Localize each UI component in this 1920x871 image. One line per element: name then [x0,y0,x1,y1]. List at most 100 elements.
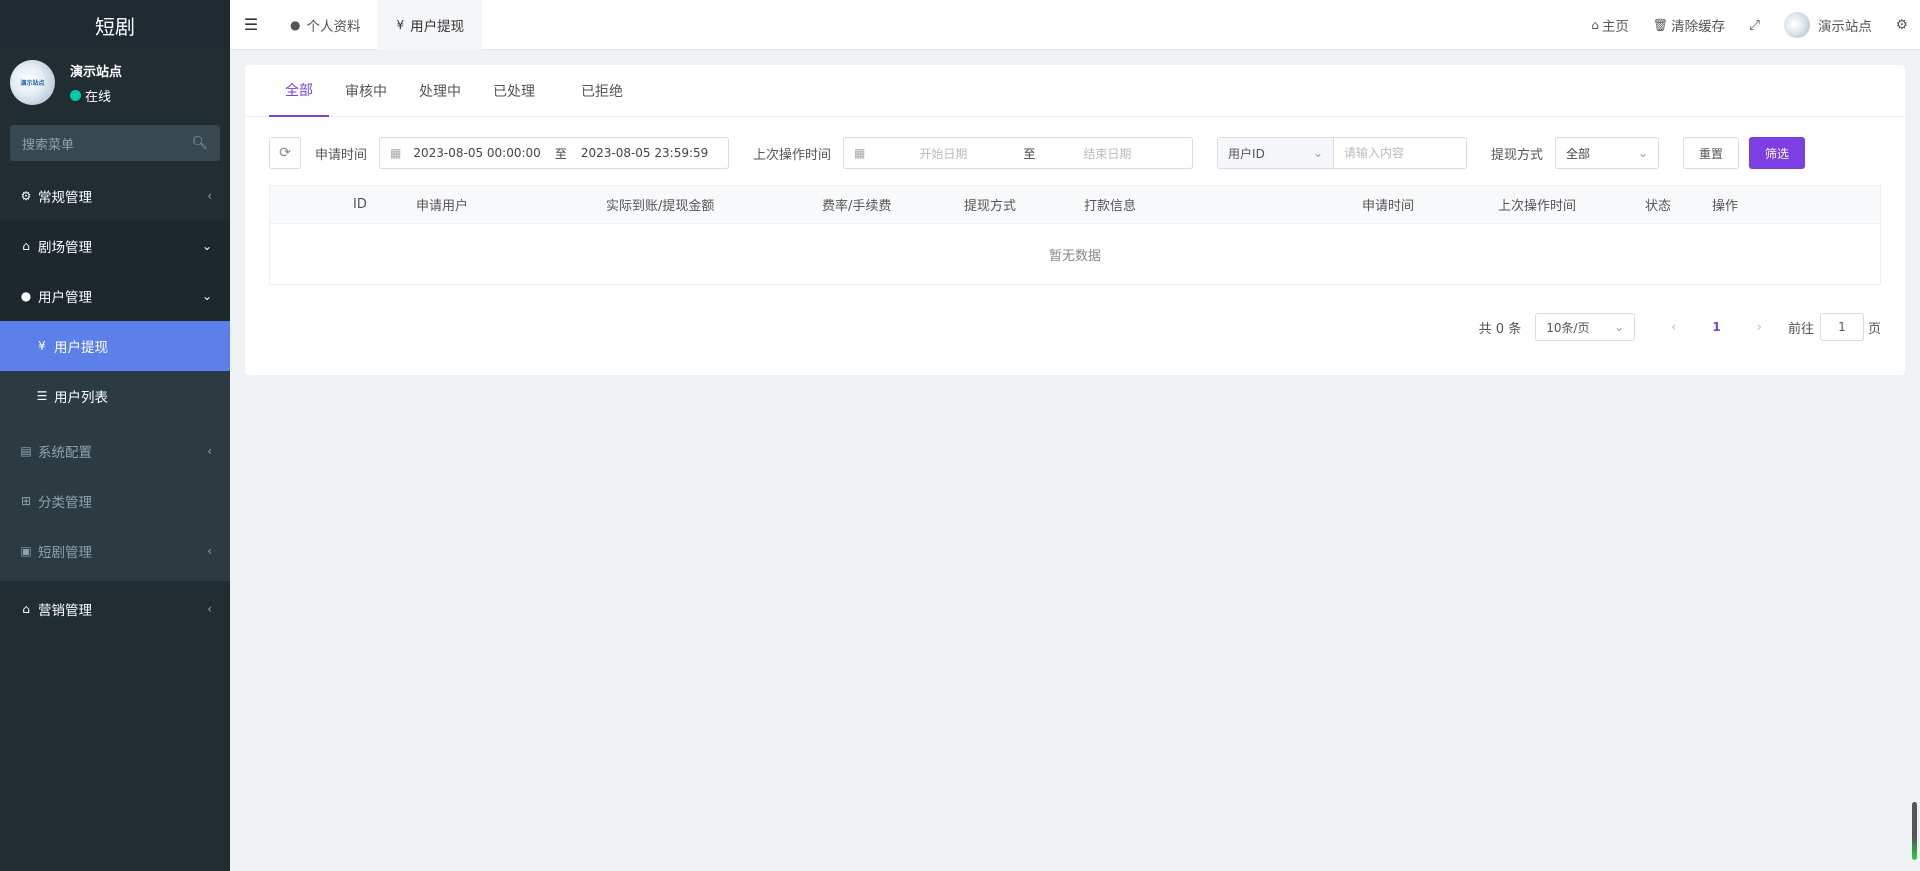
status-tabs: 全部 审核中 处理中 已处理 已拒绝 [245,65,1905,117]
tab-reviewing[interactable]: 审核中 [329,65,403,117]
refresh-icon[interactable]: ⟳ [269,137,301,169]
menu-search[interactable]: 搜索菜单 🔍︎ [10,125,220,161]
col-status[interactable]: 状态 [1645,195,1671,214]
next-page-icon[interactable]: › [1757,320,1762,335]
file-icon: ▤ [20,444,32,458]
method-select[interactable]: 全部 ⌄ [1555,137,1660,169]
sidebar-item-label: 用户管理 [38,290,92,306]
reset-button[interactable]: 重置 [1683,137,1740,169]
apply-end[interactable]: 2023-08-05 23:59:59 [581,146,708,160]
chevron-down-icon: ⌄ [201,239,212,253]
shopping-bag-icon: ▣ [20,544,32,558]
sidebar-item-system-config[interactable]: ▤ 系统配置 ‹ [0,421,230,476]
chevron-left-icon: ‹ [207,544,212,558]
goto-label: 前往 [1787,321,1814,337]
col-last-op-time[interactable]: 上次操作时间 [1498,195,1576,214]
page-size-select[interactable]: 10条/页 ⌄ [1535,313,1636,341]
calendar-icon: ▦ [390,146,402,160]
user-icon: ● [290,17,301,32]
settings-icon[interactable]: ⚙ [1884,0,1920,50]
sidebar-item-theater[interactable]: ⌂ 剧场管理 ⌄ [0,221,230,271]
home-icon: ⌂ [22,602,30,616]
clear-cache-label: 清除缓存 [1671,18,1726,35]
home-label: 主页 [1601,18,1629,35]
field-select-value: 用户ID [1228,146,1265,161]
fullscreen-icon[interactable]: ⤢ [1737,0,1772,50]
col-id[interactable]: ID [353,197,367,212]
last-op-time-label: 上次操作时间 [753,147,832,163]
avatar: 演示站点 [10,60,55,105]
sidebar-item-label: 系统配置 [38,445,92,461]
range-separator: 至 [1023,146,1036,161]
menu-toggle-icon[interactable]: ☰ [230,0,272,50]
range-separator: 至 [554,146,567,161]
page-suffix: 页 [1867,321,1881,337]
filter-button[interactable]: 筛选 [1749,137,1806,169]
chevron-down-icon: ⌄ [1312,146,1324,160]
scroll-indicator[interactable] [1912,802,1917,860]
tab-processed[interactable]: 已处理 [477,65,565,117]
sidebar-item-label: 用户提现 [54,340,108,356]
home-icon: ⌂ [22,239,30,253]
tab-rejected[interactable]: 已拒绝 [565,65,639,117]
prev-page-icon[interactable]: ‹ [1671,320,1676,335]
chevron-left-icon: ‹ [207,444,212,458]
user-menu[interactable]: 演示站点 [1772,0,1884,50]
chevron-down-icon: ⌄ [201,289,212,303]
tab-processing[interactable]: 处理中 [403,65,477,117]
search-icon[interactable]: 🔍︎ [191,136,208,151]
col-method[interactable]: 提现方式 [964,195,1016,214]
col-fee[interactable]: 费率/手续费 [822,195,891,214]
sidebar-item-label: 常规管理 [38,190,92,206]
user-menu-label: 演示站点 [1817,18,1872,35]
apply-time-range[interactable]: ▦ 2023-08-05 00:00:00 至 2023-08-05 23:59… [379,137,730,169]
tab-label: 个人资料 [306,18,361,35]
sidebar-item-label: 营销管理 [38,603,92,619]
sidebar-item-label: 用户列表 [54,390,108,406]
content-input[interactable] [1334,138,1467,168]
user-panel: 演示站点 演示站点 在线 [0,50,230,115]
page-size-value: 10条/页 [1546,320,1590,335]
calendar-icon: ▦ [854,146,866,160]
trash-icon: 🗑︎ [1652,17,1669,32]
home-link[interactable]: ⌂ 主页 [1579,0,1641,50]
page-number[interactable]: 1 [1712,320,1720,334]
goto-page-input[interactable]: 1 [1819,313,1864,341]
filter-bar: ⟳ 申请时间 ▦ 2023-08-05 00:00:00 至 2023-08-0… [245,137,1905,169]
sidebar-item-category[interactable]: ⊞ 分类管理 [0,476,230,526]
col-apply-time[interactable]: 申请时间 [1362,195,1414,214]
tab-all[interactable]: 全部 [269,65,329,117]
apply-time-label: 申请时间 [315,147,368,163]
apply-start[interactable]: 2023-08-05 00:00:00 [413,146,540,160]
clear-cache-button[interactable]: 🗑︎ 清除缓存 [1641,0,1737,50]
col-actions[interactable]: 操作 [1712,195,1738,214]
empty-state: 暂无数据 [1048,248,1101,264]
method-label: 提现方式 [1491,147,1544,163]
user-status: 在线 [70,86,122,105]
sidebar-item-user-list[interactable]: ☰ 用户列表 [0,371,230,421]
sidebar-item-drama[interactable]: ▣ 短剧管理 ‹ [0,526,230,581]
tab-user-withdraw[interactable]: ¥ 用户提现 [378,0,483,50]
col-payment-info[interactable]: 打款信息 [1084,195,1136,214]
chevron-down-icon: ⌄ [1614,320,1625,334]
sidebar-item-general[interactable]: ⚙ 常规管理 ‹ [0,171,230,221]
start-date-placeholder[interactable]: 开始日期 [919,145,1009,162]
sidebar: 短剧 演示站点 演示站点 在线 搜索菜单 🔍︎ ⚙ 常规管理 ‹ ⌂ 剧场管理 ⌄ ● 用… [0,0,230,871]
sidebar-item-marketing[interactable]: ⌂ 营销管理 ‹ [0,581,230,637]
field-select[interactable]: 用户ID ⌄ [1218,138,1335,168]
sidebar-item-user-management[interactable]: ● 用户管理 ⌄ [0,271,230,321]
avatar [1783,11,1810,38]
field-search: 用户ID ⌄ [1217,137,1468,169]
menu-search-placeholder: 搜索菜单 [22,137,75,153]
last-op-time-range[interactable]: ▦ 开始日期 至 结束日期 [843,137,1194,169]
col-user[interactable]: 申请用户 [416,195,468,214]
col-amount[interactable]: 实际到账/提现金额 [606,195,714,214]
user-icon: ● [20,289,32,303]
tab-profile[interactable]: ● 个人资料 [272,0,378,50]
user-status-label: 在线 [85,89,112,105]
sidebar-item-label: 剧场管理 [38,240,92,256]
cogs-icon: ⚙ [20,189,32,203]
end-date-placeholder[interactable]: 结束日期 [1083,145,1131,162]
sidebar-item-user-withdraw[interactable]: ¥ 用户提现 [0,321,230,371]
brand-title[interactable]: 短剧 [0,0,230,50]
